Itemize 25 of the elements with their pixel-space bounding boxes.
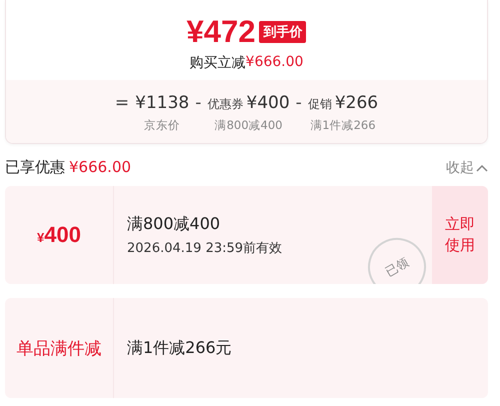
collapse-button[interactable]: 收起 [446, 158, 488, 176]
use-now-button[interactable]: 立即使用 [432, 186, 488, 284]
coupon-validity: 2026.04.19 23:59前有效 [127, 240, 284, 256]
final-price: ¥472 [186, 14, 256, 50]
term-note: 满1件减266 [310, 118, 376, 133]
saving-label: 购买立减 [190, 54, 246, 72]
chevron-icon [476, 164, 488, 172]
coupon-title: 满800减400 [127, 214, 222, 234]
operator: = [114, 92, 130, 114]
operator: - [296, 92, 302, 114]
price-badge: 到手价 [259, 21, 306, 43]
term-value: ¥1138 [135, 92, 190, 114]
term-value: ¥400 [246, 92, 290, 114]
operator: - [195, 92, 202, 114]
promotion-title: 满1件减266元 [127, 338, 233, 358]
coupon-amount: ¥400 [37, 222, 81, 248]
term-name: 促销 [308, 96, 332, 113]
term-value: ¥266 [334, 92, 378, 114]
discounts-amount: ¥666.00 [69, 158, 132, 177]
term-note: 京东价 [144, 118, 180, 133]
term-note: 满800减400 [214, 118, 282, 133]
saving-amount: ¥666.00 [246, 54, 304, 72]
term-name: 优惠券 [207, 96, 244, 113]
promotion-label: 单品满件减 [16, 338, 102, 360]
discounts-label: 已享优惠 [5, 158, 65, 177]
